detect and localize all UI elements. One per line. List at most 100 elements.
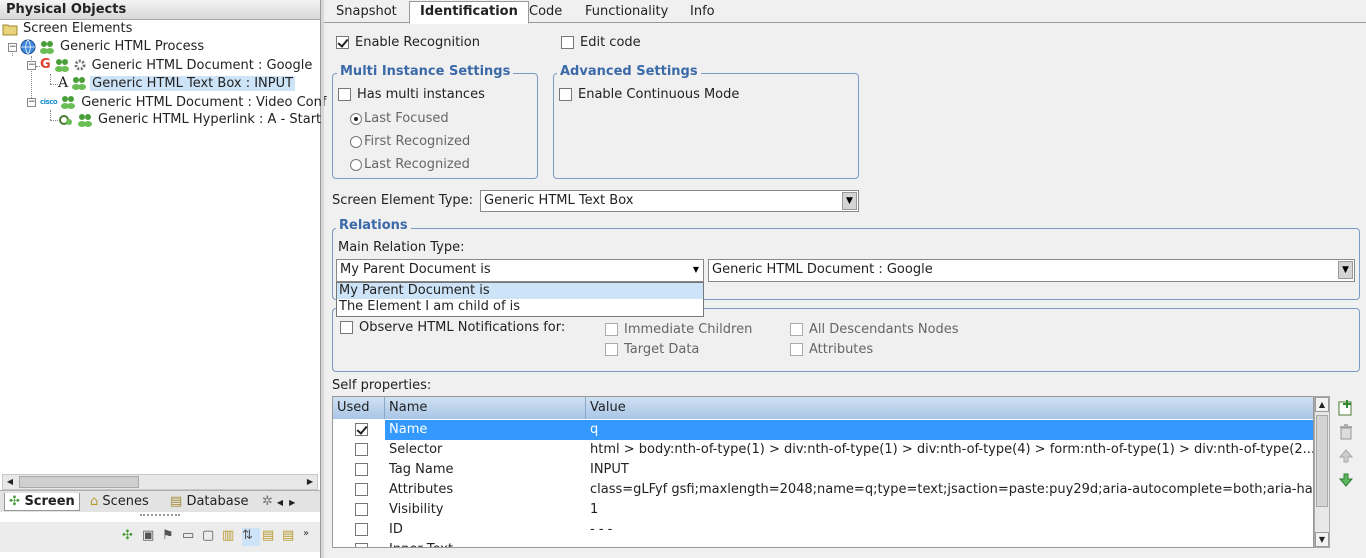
has-multi-instances-checkbox[interactable]: Has multi instances (338, 87, 485, 103)
name-cell: Inner Text (385, 540, 586, 547)
used-checkbox[interactable] (354, 503, 368, 516)
tree-item-screen-elements[interactable]: Screen Elements (2, 20, 134, 38)
document-icon[interactable]: ▣ (142, 528, 160, 546)
panel-resize-grip[interactable] (140, 514, 180, 520)
notifications-group (332, 308, 1360, 372)
tab-code[interactable]: Code (519, 2, 572, 23)
add-property-icon[interactable] (1336, 398, 1356, 418)
value-cell: html > body:nth-of-type(1) > div:nth-of-… (590, 442, 1314, 457)
table-row[interactable]: Selector html > body:nth-of-type(1) > div… (333, 440, 1314, 460)
tab-scenes[interactable]: ⌂ Scenes (86, 493, 153, 511)
scroll-up-arrow[interactable]: ▲ (1315, 397, 1329, 412)
dropdown-option-child-of[interactable]: The Element I am child of is (337, 299, 703, 315)
table-row[interactable]: ID - - - (333, 520, 1313, 540)
screen-element-type-select[interactable]: Generic HTML Text Box ▼ (480, 190, 859, 212)
used-cell[interactable] (333, 500, 385, 520)
used-cell[interactable] (333, 540, 385, 547)
tab-label: Screen (24, 494, 75, 509)
tree-item-video-conf-document[interactable]: cisco Generic HTML Document : Video Conf (40, 93, 328, 111)
tab-info[interactable]: Info (680, 2, 725, 23)
all-descendants-checkbox[interactable]: All Descendants Nodes (790, 322, 959, 338)
main-relation-select[interactable]: My Parent Document is ▼ (336, 259, 704, 282)
chevron-down-icon[interactable]: ▼ (842, 192, 857, 210)
used-checkbox[interactable] (354, 543, 368, 547)
tab-functionality[interactable]: Functionality (575, 2, 678, 23)
radio-first-recognized[interactable]: First Recognized (350, 134, 470, 150)
panel-splitter[interactable] (321, 0, 324, 558)
attributes-checkbox[interactable]: Attributes (790, 342, 873, 358)
user-group-icon (78, 113, 92, 127)
window-icon[interactable]: ▭ (182, 528, 200, 546)
scroll-down-arrow[interactable]: ▼ (1315, 532, 1329, 547)
collapse-toggle[interactable]: − (27, 61, 36, 70)
more-chevron-icon[interactable]: » (303, 528, 321, 546)
table-row[interactable]: Name q (333, 420, 1313, 440)
used-cell[interactable] (333, 480, 385, 500)
immediate-children-checkbox[interactable]: Immediate Children (605, 322, 752, 338)
relation-target-select[interactable]: Generic HTML Document : Google ▼ (708, 259, 1355, 282)
used-cell[interactable] (333, 460, 385, 480)
scroll-thumb[interactable] (19, 476, 139, 488)
used-checkbox[interactable] (354, 483, 368, 496)
scroll-thumb[interactable] (1316, 415, 1328, 507)
checkbox-box (790, 323, 803, 336)
enable-recognition-checkbox[interactable]: Enable Recognition (336, 35, 480, 51)
tree-horizontal-scrollbar[interactable]: ◀ ▶ (2, 474, 318, 490)
collapse-toggle[interactable]: − (8, 43, 17, 52)
chevron-down-icon[interactable]: ▼ (693, 260, 699, 280)
table-row[interactable]: Tag Name INPUT (333, 460, 1313, 480)
continuous-mode-checkbox[interactable]: Enable Continuous Mode (559, 87, 739, 103)
tree-item-generic-html-process[interactable]: Generic HTML Process (20, 38, 206, 56)
tab-snapshot[interactable]: Snapshot (326, 2, 407, 23)
target-data-checkbox[interactable]: Target Data (605, 342, 699, 358)
scroll-right-arrow[interactable]: ▶ (289, 498, 295, 507)
radio-last-recognized[interactable]: Last Recognized (350, 157, 470, 173)
scroll-right-arrow[interactable]: ▶ (303, 475, 317, 489)
used-checkbox[interactable] (354, 463, 368, 476)
move-up-icon[interactable] (1336, 446, 1356, 466)
relation-type-dropdown-list: My Parent Document is The Element I am c… (336, 282, 704, 317)
tab-screen[interactable]: ✣ Screen (4, 493, 80, 511)
move-down-icon[interactable] (1336, 470, 1356, 490)
table-row[interactable]: Inner Text (333, 540, 1313, 547)
stack-icon[interactable]: ▤ (262, 528, 280, 546)
value-cell: class=gLFyf gsfi;maxlength=2048;name=q;t… (590, 482, 1314, 497)
split-icon[interactable]: ⇅ (242, 528, 260, 546)
radio-last-focused[interactable]: Last Focused (350, 111, 449, 127)
observe-notifications-checkbox[interactable]: Observe HTML Notifications for: (340, 320, 565, 336)
dropdown-option-parent-document[interactable]: My Parent Document is (337, 283, 703, 299)
tree-item-text-box[interactable]: A Generic HTML Text Box : INPUT (58, 74, 296, 92)
used-checkbox[interactable] (354, 443, 368, 456)
chevron-down-icon[interactable]: ▼ (1338, 261, 1353, 279)
tab-identification[interactable]: Identification (409, 1, 529, 24)
delete-icon[interactable] (1336, 422, 1356, 442)
tab-more[interactable]: ✲ ◀ ▶ (262, 493, 295, 511)
stack-alt-icon[interactable]: ▤ (282, 528, 300, 546)
column-header-value[interactable]: Value (586, 397, 1313, 419)
table-row[interactable]: Attributes class=gLFyf gsfi;maxlength=204… (333, 480, 1314, 500)
tree-item-google-document[interactable]: G Generic HTML Document : Google (40, 56, 314, 74)
monitor-icon[interactable]: ▢ (202, 528, 220, 546)
used-cell[interactable] (333, 520, 385, 540)
radio-label: First Recognized (364, 134, 471, 149)
used-cell[interactable] (333, 440, 385, 460)
add-object-icon[interactable]: ✣ (122, 528, 140, 546)
collapse-toggle[interactable]: − (27, 98, 36, 107)
checkbox-box (561, 36, 574, 49)
table-row[interactable]: Visibility 1 (333, 500, 1313, 520)
used-checkbox[interactable] (354, 423, 368, 436)
edit-code-checkbox[interactable]: Edit code (561, 35, 641, 51)
used-checkbox[interactable] (354, 523, 368, 536)
column-header-used[interactable]: Used (333, 397, 385, 419)
tab-database[interactable]: ▤ Database (166, 493, 252, 511)
cylinder-icon[interactable]: ▥ (222, 528, 240, 546)
tree-item-hyperlink[interactable]: Generic HTML Hyperlink : A - Start (58, 111, 323, 129)
screen-element-type-label: Screen Element Type: (332, 193, 474, 208)
grid-vertical-scrollbar[interactable]: ▲ ▼ (1314, 396, 1330, 548)
select-value: Generic HTML Document : Google (712, 262, 933, 277)
column-header-name[interactable]: Name (385, 397, 586, 419)
scroll-left-arrow[interactable]: ◀ (277, 498, 283, 507)
scroll-left-arrow[interactable]: ◀ (3, 475, 17, 489)
used-cell[interactable] (333, 420, 385, 440)
flag-icon[interactable]: ⚑ (162, 528, 180, 546)
